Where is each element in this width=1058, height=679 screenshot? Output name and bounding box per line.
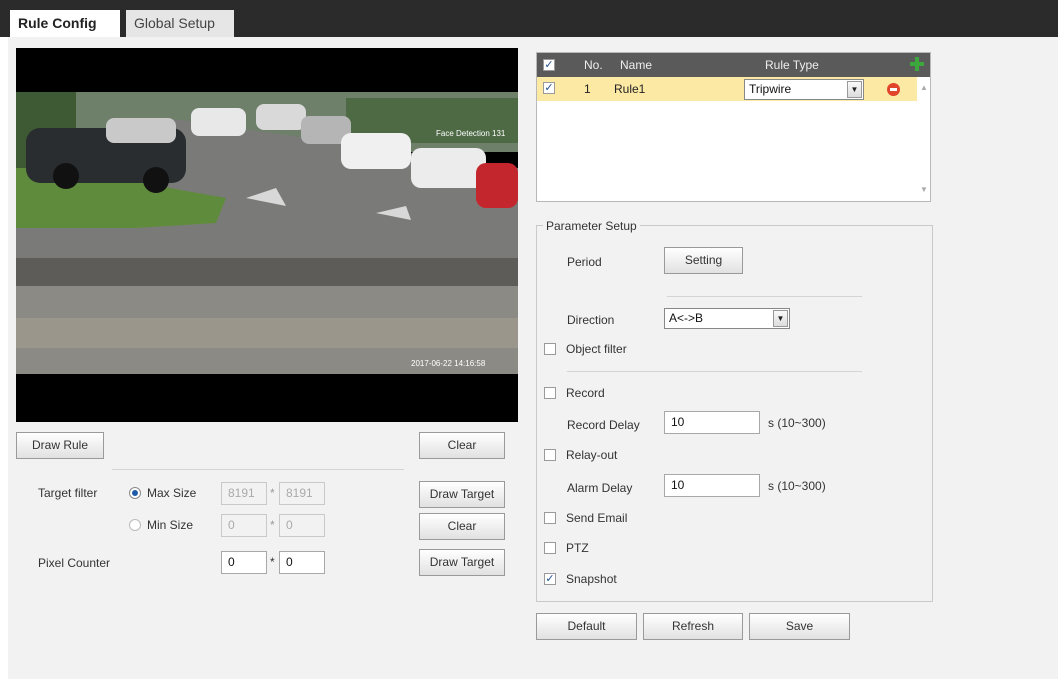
- min-size-width-input[interactable]: 0: [221, 514, 267, 537]
- alarm-delay-range: s (10~300): [768, 479, 826, 493]
- clear-target-button[interactable]: Clear: [419, 513, 505, 540]
- header-name: Name: [620, 58, 653, 72]
- max-size-height-input[interactable]: 8191: [279, 482, 325, 505]
- default-button[interactable]: Default: [536, 613, 637, 640]
- object-filter-label: Object filter: [566, 342, 627, 356]
- header-no: No.: [584, 58, 603, 72]
- relay-out-label: Relay-out: [566, 448, 618, 462]
- divider: [567, 371, 862, 372]
- max-size-radio[interactable]: [129, 487, 141, 499]
- record-delay-label: Record Delay: [567, 418, 640, 432]
- overlay-channel-text: Face Detection 131: [436, 129, 506, 138]
- remove-rule-icon[interactable]: [887, 83, 900, 96]
- row-name: Rule1: [614, 82, 646, 96]
- divider: [112, 469, 404, 470]
- table-row[interactable]: ✓ 1 Rule1 Tripwire ▼: [537, 77, 917, 101]
- pixel-height-input[interactable]: 0: [279, 551, 325, 574]
- save-button[interactable]: Save: [749, 613, 850, 640]
- header-rule-type: Rule Type: [765, 58, 819, 72]
- draw-rule-button[interactable]: Draw Rule: [16, 432, 104, 459]
- row-checkbox[interactable]: ✓: [543, 82, 555, 94]
- draw-target-button[interactable]: Draw Target: [419, 481, 505, 508]
- max-size-label: Max Size: [147, 486, 197, 500]
- parameter-setup-legend: Parameter Setup: [543, 219, 640, 233]
- alarm-delay-input[interactable]: 10: [664, 474, 760, 497]
- record-delay-input[interactable]: 10: [664, 411, 760, 434]
- object-filter-checkbox[interactable]: [544, 343, 556, 355]
- snapshot-checkbox[interactable]: ✓: [544, 573, 556, 585]
- direction-select[interactable]: A<->B ▼: [664, 308, 790, 329]
- alarm-delay-label: Alarm Delay: [567, 481, 633, 495]
- clear-rule-button[interactable]: Clear: [419, 432, 505, 459]
- period-label: Period: [567, 255, 602, 269]
- tab-global-setup[interactable]: Global Setup: [126, 10, 234, 37]
- times-sign: *: [270, 518, 275, 532]
- pixel-width-input[interactable]: 0: [221, 551, 267, 574]
- pixel-counter-label: Pixel Counter: [38, 556, 111, 570]
- overlay-time-text: 2017-06-22 14:16:58: [411, 359, 486, 368]
- rule-table-header: ✓ No. Name Rule Type: [537, 53, 930, 77]
- chevron-down-icon: ▼: [773, 310, 788, 327]
- refresh-button[interactable]: Refresh: [643, 613, 743, 640]
- scroll-up-icon[interactable]: ▲: [920, 83, 928, 92]
- row-no: 1: [584, 82, 591, 96]
- ptz-checkbox[interactable]: [544, 542, 556, 554]
- record-label: Record: [566, 386, 605, 400]
- send-email-checkbox[interactable]: [544, 512, 556, 524]
- send-email-label: Send Email: [566, 511, 628, 525]
- video-preview[interactable]: Face Detection 131 2017-06-22 14:16:58: [16, 48, 518, 422]
- add-rule-icon[interactable]: [909, 56, 925, 72]
- direction-label: Direction: [567, 313, 615, 327]
- record-checkbox[interactable]: [544, 387, 556, 399]
- times-sign: *: [270, 555, 275, 569]
- ptz-label: PTZ: [566, 541, 589, 555]
- rule-table: ✓ No. Name Rule Type ✓ 1 Rule1 Tripwire …: [536, 52, 931, 202]
- tab-rule-config[interactable]: Rule Config: [10, 10, 120, 37]
- rule-type-value: Tripwire: [749, 82, 792, 96]
- draw-target-pixel-button[interactable]: Draw Target: [419, 549, 505, 576]
- divider: [667, 296, 862, 297]
- times-sign: *: [270, 486, 275, 500]
- record-delay-range: s (10~300): [768, 416, 826, 430]
- select-all-checkbox[interactable]: ✓: [543, 59, 555, 71]
- rule-type-select[interactable]: Tripwire ▼: [744, 79, 864, 100]
- camera-scene: Face Detection 131 2017-06-22 14:16:58: [16, 48, 518, 422]
- direction-value: A<->B: [669, 311, 704, 325]
- period-setting-button[interactable]: Setting: [664, 247, 743, 274]
- chevron-down-icon: ▼: [847, 81, 862, 98]
- max-size-width-input[interactable]: 8191: [221, 482, 267, 505]
- snapshot-label: Snapshot: [566, 572, 617, 586]
- target-filter-label: Target filter: [38, 486, 98, 500]
- relay-out-checkbox[interactable]: [544, 449, 556, 461]
- min-size-label: Min Size: [147, 518, 194, 532]
- scroll-down-icon[interactable]: ▼: [920, 185, 928, 194]
- min-size-radio[interactable]: [129, 519, 141, 531]
- min-size-height-input[interactable]: 0: [279, 514, 325, 537]
